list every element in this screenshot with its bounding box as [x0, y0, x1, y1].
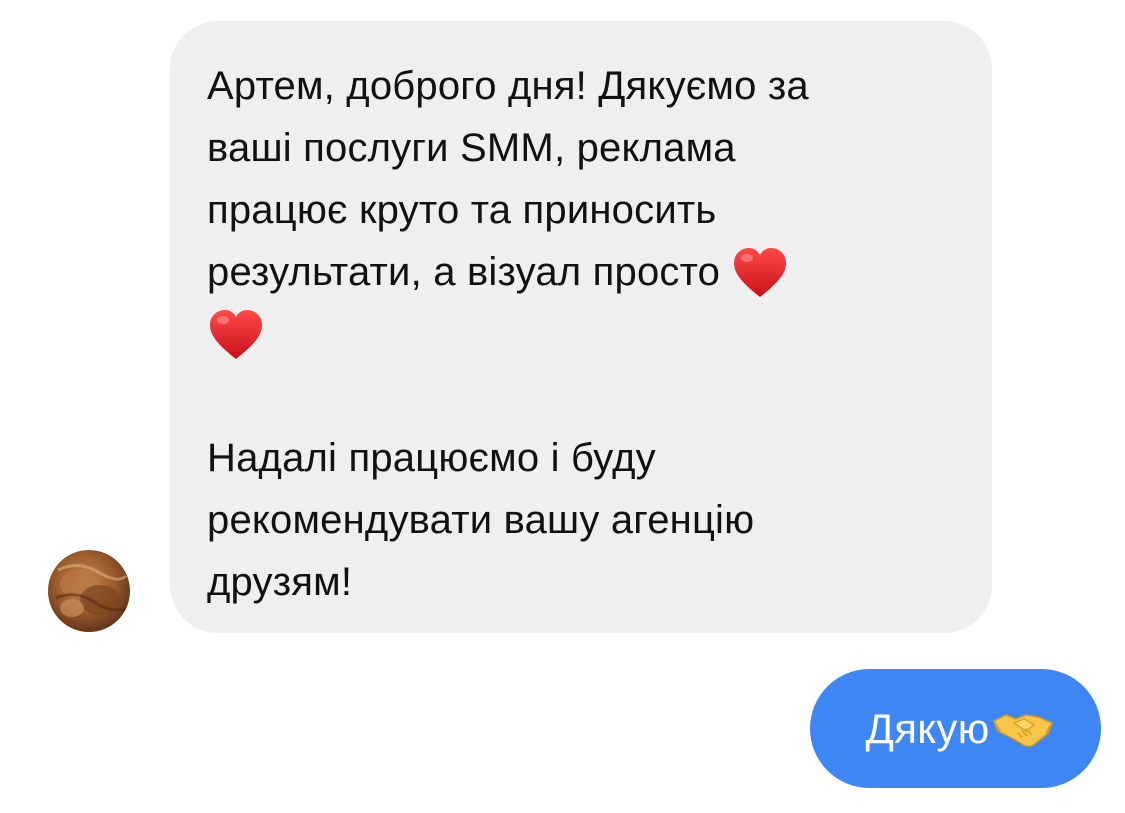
message-line: результати, а візуал просто	[207, 250, 721, 294]
contact-avatar[interactable]	[48, 550, 130, 632]
message-line: рекомендувати вашу агенцію	[207, 498, 755, 542]
incoming-message-text: Артем, доброго дня! Дякуємо за ваші посл…	[207, 55, 962, 613]
outgoing-message-text: Дякую	[865, 704, 990, 752]
message-line: Надалі працюємо і буду	[207, 436, 656, 480]
incoming-message-bubble[interactable]: Артем, доброго дня! Дякуємо за ваші посл…	[170, 21, 992, 633]
contact-avatar-icon	[48, 550, 130, 632]
chat-thread: Артем, доброго дня! Дякуємо за ваші посл…	[0, 0, 1125, 813]
outgoing-message-bubble[interactable]: Дякую	[810, 669, 1101, 788]
message-line-with-emoji: результати, а візуал просто	[207, 241, 962, 303]
red-heart-icon	[731, 245, 789, 301]
message-line: Артем, доброго дня! Дякуємо за	[207, 64, 809, 108]
message-emoji-line	[207, 303, 962, 365]
red-heart-icon	[207, 307, 265, 363]
message-line: працює круто та приносить	[207, 188, 717, 232]
message-line: ваші послуги SMM, реклама	[207, 126, 736, 170]
handshake-icon	[992, 709, 1054, 749]
message-line: друзям!	[207, 560, 353, 604]
